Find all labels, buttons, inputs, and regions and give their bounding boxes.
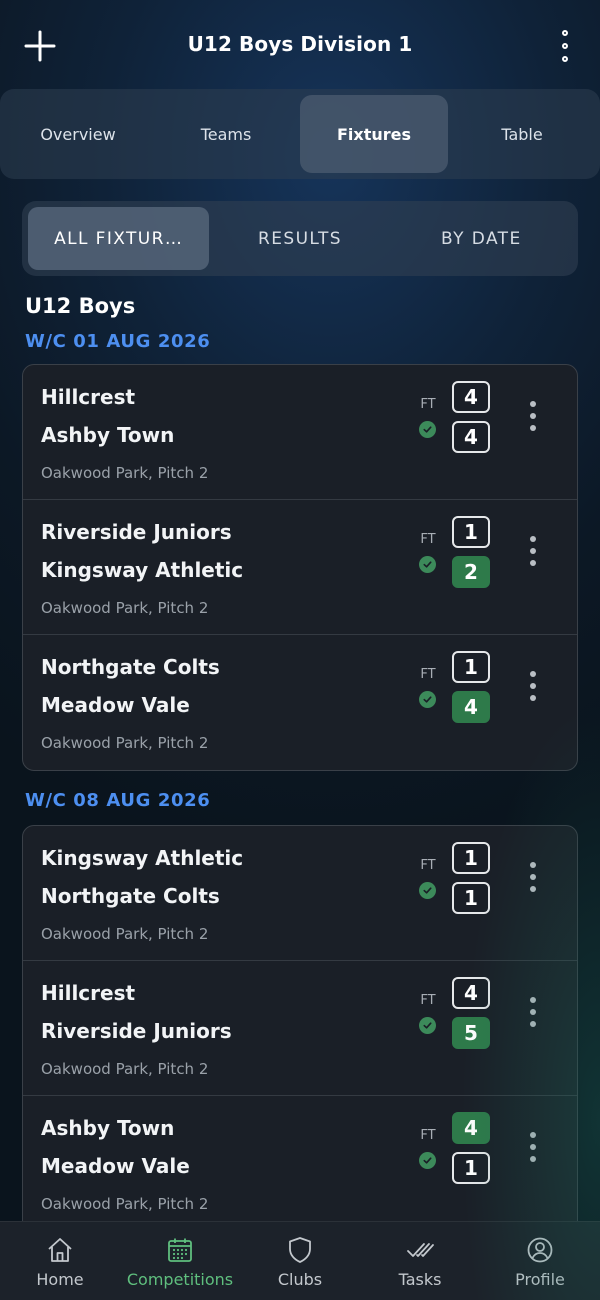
tab-fixtures[interactable]: Fixtures [300, 95, 448, 173]
user-icon [527, 1237, 553, 1263]
tab-teams[interactable]: Teams [152, 95, 300, 173]
nav-profile[interactable]: Profile [480, 1222, 600, 1300]
home-icon [48, 1238, 72, 1262]
home-team: Kingsway Athletic [41, 846, 244, 870]
fixture-row[interactable]: Ashby Town Meadow Vale Oakwood Park, Pit… [23, 1096, 577, 1231]
shield-icon [289, 1237, 311, 1263]
venue: Oakwood Park, Pitch 2 [41, 1195, 209, 1213]
away-team: Northgate Colts [41, 884, 220, 908]
page-title: U12 Boys Division 1 [187, 32, 413, 56]
venue: Oakwood Park, Pitch 2 [41, 734, 209, 752]
check-icon [419, 1017, 436, 1034]
home-team: Ashby Town [41, 1116, 175, 1140]
tab-table[interactable]: Table [448, 95, 596, 173]
check-icon [419, 691, 436, 708]
check-icon [419, 882, 436, 899]
nav-label: Profile [515, 1270, 565, 1289]
match-status: FT [420, 1128, 436, 1143]
match-status: FT [420, 532, 436, 547]
fixture-card: Kingsway Athletic Northgate Colts Oakwoo… [22, 825, 578, 1245]
fixture-card: Hillcrest Ashby Town Oakwood Park, Pitch… [22, 364, 578, 771]
venue: Oakwood Park, Pitch 2 [41, 464, 209, 482]
fixture-row[interactable]: Kingsway Athletic Northgate Colts Oakwoo… [23, 826, 577, 961]
check-icon [419, 1152, 436, 1169]
more-vertical-icon[interactable] [523, 997, 543, 1027]
filter-all-fixtures[interactable]: ALL FIXTUR… [28, 207, 210, 270]
home-team: Northgate Colts [41, 655, 220, 679]
tab-overview[interactable]: Overview [4, 95, 152, 173]
double-check-icon [407, 1243, 434, 1257]
away-team: Ashby Town [41, 423, 175, 447]
away-score: 4 [452, 691, 490, 723]
competition-tabs: Overview Teams Fixtures Table [0, 89, 600, 179]
home-team: Hillcrest [41, 385, 136, 409]
fixture-row[interactable]: Hillcrest Riverside Juniors Oakwood Park… [23, 961, 577, 1096]
filter-results[interactable]: RESULTS [209, 207, 390, 270]
home-score: 4 [452, 1112, 490, 1144]
more-vertical-icon[interactable] [523, 862, 543, 892]
check-icon [419, 556, 436, 573]
more-vertical-icon[interactable] [523, 671, 543, 701]
home-score: 1 [452, 842, 490, 874]
fixture-row[interactable]: Northgate Colts Meadow Vale Oakwood Park… [23, 635, 577, 770]
nav-clubs[interactable]: Clubs [240, 1222, 360, 1300]
bottom-navigation: Home Competitions Clubs Tasks Profile [0, 1221, 600, 1300]
away-score: 5 [452, 1017, 490, 1049]
away-team: Riverside Juniors [41, 1019, 232, 1043]
away-team: Kingsway Athletic [41, 558, 244, 582]
away-score: 4 [452, 421, 490, 453]
nav-competitions[interactable]: Competitions [120, 1222, 240, 1300]
filter-by-date[interactable]: BY DATE [391, 207, 572, 270]
nav-label: Clubs [277, 1270, 323, 1289]
fixture-row[interactable]: Hillcrest Ashby Town Oakwood Park, Pitch… [23, 365, 577, 500]
venue: Oakwood Park, Pitch 2 [41, 599, 209, 617]
nav-label: Tasks [398, 1270, 442, 1289]
fixture-filter: ALL FIXTUR… RESULTS BY DATE [22, 201, 578, 276]
venue: Oakwood Park, Pitch 2 [41, 925, 209, 943]
away-score: 2 [452, 556, 490, 588]
match-status: FT [420, 667, 436, 682]
calendar-icon [168, 1238, 192, 1262]
match-status: FT [420, 993, 436, 1008]
home-score: 4 [452, 977, 490, 1009]
more-vertical-icon[interactable] [523, 536, 543, 566]
week-heading: W/C 08 AUG 2026 [25, 790, 211, 811]
check-icon [419, 421, 436, 438]
away-score: 1 [452, 1152, 490, 1184]
group-title: U12 Boys [25, 294, 136, 318]
more-vertical-icon[interactable] [523, 401, 543, 431]
more-vertical-icon[interactable] [523, 1132, 543, 1162]
app-header: U12 Boys Division 1 [0, 0, 600, 90]
home-team: Hillcrest [41, 981, 136, 1005]
nav-label: Home [36, 1270, 84, 1289]
fixture-row[interactable]: Riverside Juniors Kingsway Athletic Oakw… [23, 500, 577, 635]
match-status: FT [420, 858, 436, 873]
nav-tasks[interactable]: Tasks [360, 1222, 480, 1300]
venue: Oakwood Park, Pitch 2 [41, 1060, 209, 1078]
match-status: FT [420, 397, 436, 412]
away-score: 1 [452, 882, 490, 914]
nav-home[interactable]: Home [0, 1222, 120, 1300]
home-team: Riverside Juniors [41, 520, 232, 544]
home-score: 1 [452, 651, 490, 683]
kebab-menu-icon[interactable] [552, 28, 578, 64]
away-team: Meadow Vale [41, 1154, 190, 1178]
nav-label: Competitions [126, 1270, 234, 1289]
home-score: 4 [452, 381, 490, 413]
week-heading: W/C 01 AUG 2026 [25, 331, 211, 352]
away-team: Meadow Vale [41, 693, 190, 717]
home-score: 1 [452, 516, 490, 548]
